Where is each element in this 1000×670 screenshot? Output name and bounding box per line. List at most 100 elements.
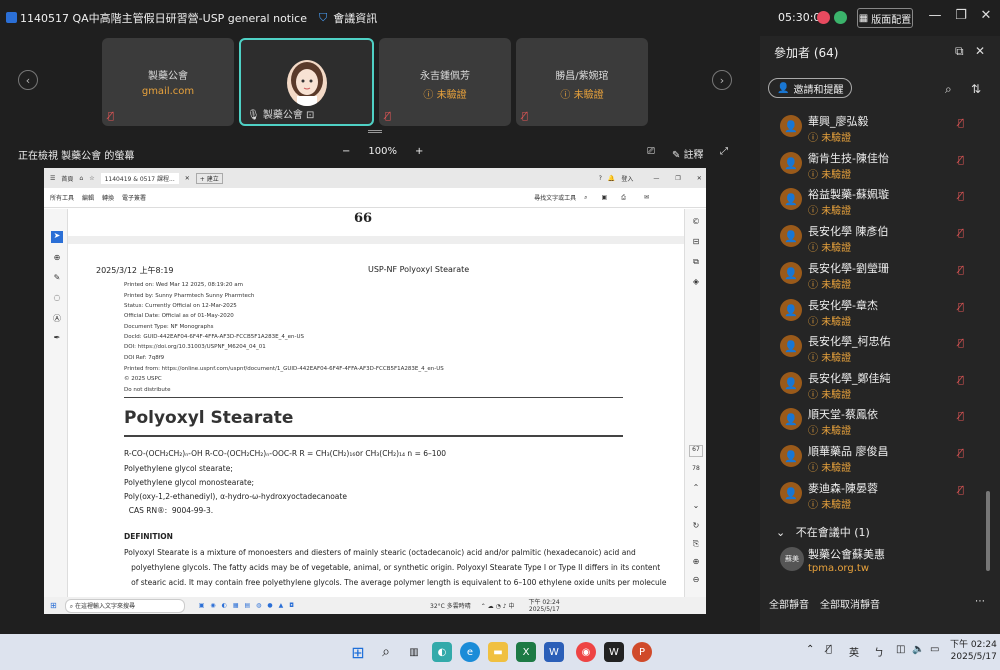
video-tile[interactable]: 勝昌/紫婉琯 ⓘ 未驗證 🎙̸ [516,38,648,126]
battery-icon[interactable]: ▭ [930,644,939,655]
save-icon[interactable]: ▣ [601,194,607,201]
volume-icon[interactable]: 🔈 [912,644,924,655]
participant-row[interactable]: 👤 長安化學_柯忠佑 ⓘ 未驗證 🎙̸ [760,329,988,366]
participant-row[interactable]: 👤 順華藥品 廖俊昌 ⓘ 未驗證 🎙̸ [760,439,988,476]
captions-indicator-icon[interactable] [834,11,847,24]
participant-row[interactable]: 👤 衛肯生技-陳佳怡 ⓘ 未驗證 🎙̸ [760,146,988,183]
mic-muted-icon[interactable]: 🎙̸ [958,265,964,276]
mic-muted-icon[interactable]: 🎙̸ [958,155,964,166]
meeting-info-link[interactable]: 會議資訊 [333,10,377,26]
video-tile[interactable]: 永吉鍾佩芳 ⓘ 未驗證 🎙̸ [379,38,511,126]
stamp-icon[interactable]: ✒ [51,333,63,345]
participant-row[interactable]: 👤 長安化學 陳彥伯 ⓘ 未驗證 🎙̸ [760,219,988,256]
print-icon[interactable]: ⎙ [621,194,626,202]
participant-row[interactable]: 👤 麥迪森-陳晏蓉 ⓘ 未驗證 🎙̸ [760,476,988,513]
participant-row[interactable]: 👤 長安化學-劉瑩珊 ⓘ 未驗證 🎙̸ [760,256,988,293]
chrome-icon[interactable]: ◉ [576,642,596,662]
ime-mode-icon[interactable]: ㄅ [874,644,884,659]
mail-icon[interactable]: ✉ [644,194,649,201]
menu-item-edit[interactable]: 編輯 [82,193,94,202]
annotate-button[interactable]: ✎ 註釋 [672,146,704,161]
signin-button[interactable]: 登入 [621,174,633,183]
page-number[interactable]: 67 [689,445,703,457]
zoom-out-icon[interactable]: − [342,146,350,157]
page-up-icon[interactable]: ⌃ [690,483,702,495]
mic-muted-icon[interactable]: 🎙̸ [958,448,964,459]
minimize-icon[interactable]: — [653,175,659,182]
layout-button[interactable]: ▦ 版面配置 [857,8,913,28]
search-icon[interactable]: ⌕ [945,82,952,97]
select-arrow-icon[interactable]: ➤ [51,231,63,243]
mic-muted-icon[interactable]: 🎙̸ [958,411,964,422]
mic-muted-icon[interactable]: 🎙̸ [826,644,832,655]
menu-item-all-tools[interactable]: 所有工具 [50,193,74,202]
popout-icon[interactable]: ⧉ [955,44,964,59]
shared-screen[interactable]: ☰ 首頁 ⌂ ☆ 1140419 & 0517 課程... ✕ + 建立 ? 🔔… [44,168,706,614]
mic-muted-icon[interactable]: 🎙̸ [958,118,964,129]
mute-all-button[interactable]: 全部靜音 [769,596,809,611]
close-icon[interactable]: ✕ [976,8,996,23]
restore-icon[interactable]: ❐ [675,175,680,182]
shield-icon[interactable]: ⛉ [319,11,327,25]
system-clock[interactable]: 下午 02:24 2025/5/17 [950,639,997,663]
more-options-icon[interactable]: ⋯ [975,596,985,607]
text-box-icon[interactable]: Ⓐ [51,313,63,325]
record-indicator-icon[interactable] [817,11,830,24]
new-tab-button[interactable]: + 建立 [195,172,223,184]
fullscreen-icon[interactable]: ⤢ [720,146,728,157]
home-icon[interactable]: ⌂ [79,175,83,182]
excel-icon[interactable]: X [516,642,536,662]
zoom-in-icon[interactable]: + [415,146,423,157]
next-page-arrow-icon[interactable]: › [712,70,732,90]
bell-icon[interactable]: 🔔 [608,175,615,182]
windows-start-icon[interactable]: ⊞ [50,601,57,610]
absent-section-header[interactable]: ⌄ 不在會議中 (1) [776,524,870,540]
close-panel-icon[interactable]: ✕ [975,44,985,58]
participant-row[interactable]: 👤 裕益製藥-蘇姵璇 ⓘ 未驗證 🎙̸ [760,182,988,219]
participant-row[interactable]: 👤 長安化學_鄭佳純 ⓘ 未驗證 🎙̸ [760,366,988,403]
tab-home[interactable]: 首頁 [61,174,73,183]
menu-item-convert[interactable]: 轉換 [102,193,114,202]
comment-icon[interactable]: © [690,217,702,229]
mic-muted-icon[interactable]: 🎙̸ [958,485,964,496]
tab-close-icon[interactable]: ✕ [185,175,190,182]
minimize-icon[interactable]: — [925,8,945,23]
word-icon[interactable]: W [544,642,564,662]
remote-search-box[interactable]: ⌕ 在這裡輸入文字來搜尋 [64,598,185,613]
webex-icon[interactable]: W [604,642,624,662]
lasso-icon[interactable]: ◌ [51,293,63,305]
close-icon[interactable]: ✕ [697,175,702,182]
star-icon[interactable]: ☆ [89,175,94,182]
mic-muted-icon[interactable]: 🎙̸ [958,302,964,313]
mic-muted-icon[interactable]: 🎙̸ [958,228,964,239]
search-tools-input[interactable]: 尋找文字或工具 [534,193,576,202]
sort-icon[interactable]: ⇅ [971,82,981,96]
pages-icon[interactable]: ⧉ [690,257,702,269]
mic-muted-icon[interactable]: 🎙̸ [958,375,964,386]
powerpoint-icon[interactable]: P [632,642,652,662]
layers-icon[interactable]: ◈ [690,277,702,289]
zoom-tool-icon[interactable]: ⊕ [51,253,63,265]
windows-start-icon[interactable]: ⊞ [348,642,368,662]
menu-item-esign[interactable]: 電子簽署 [122,193,146,202]
rotate-icon[interactable]: ↻ [690,521,702,533]
invite-button[interactable]: 👤 邀請和提醒 [768,78,853,98]
zoom-out-icon[interactable]: ⊖ [690,575,702,587]
chevron-up-icon[interactable]: ⌃ [806,644,814,655]
participant-row[interactable]: 👤 長安化學-章杰 ⓘ 未驗證 🎙̸ [760,293,988,330]
tab-document[interactable]: 1140419 & 0517 課程... [100,172,179,184]
resize-handle[interactable] [368,130,382,133]
app-icons[interactable]: ▣◉◐▦▤◍●▲◘ [199,602,300,609]
taskview-icon[interactable]: ▥ [404,642,424,662]
export-icon[interactable]: ⎘ [690,539,702,551]
participant-row[interactable]: 👤 順天堂-蔡鳳依 ⓘ 未驗證 🎙̸ [760,402,988,439]
search-icon[interactable]: ⌕ [584,194,587,202]
video-tile[interactable]: 製藥公會 gmail.com 🎙̸ [102,38,234,126]
video-tile-active[interactable]: 🎙 製藥公會 ⊡ [239,38,374,126]
pen-icon[interactable]: ✎ [51,273,63,285]
page-down-icon[interactable]: ⌄ [690,501,702,513]
help-icon[interactable]: ? [599,175,602,182]
restore-icon[interactable]: ❐ [951,8,971,23]
widgets-icon[interactable]: ◐ [432,642,452,662]
scrollbar[interactable] [986,491,990,571]
